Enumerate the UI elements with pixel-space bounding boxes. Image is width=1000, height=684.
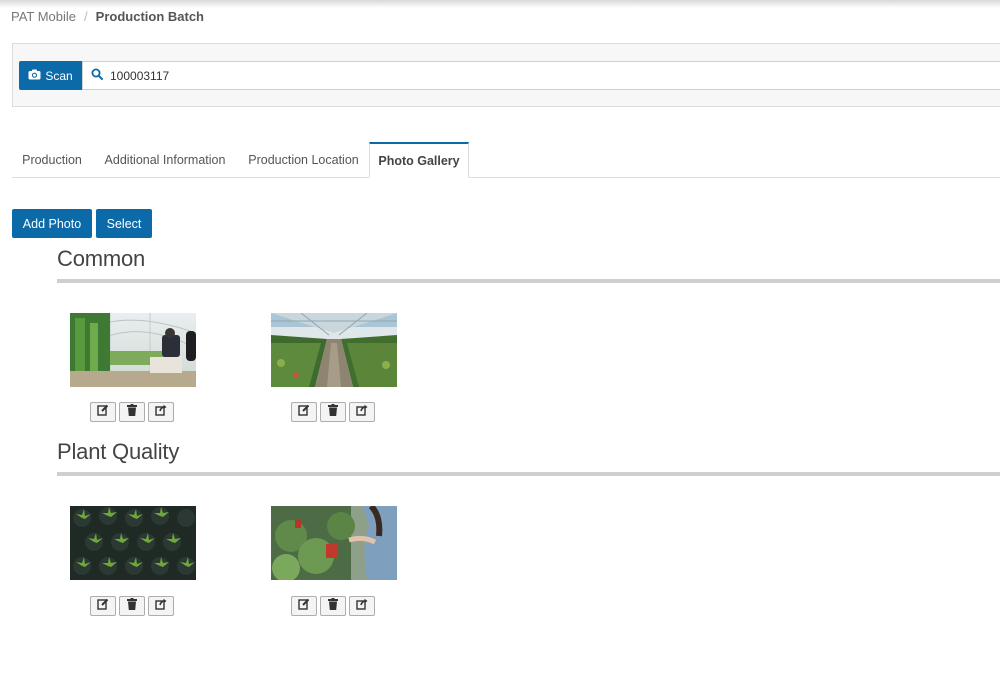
delete-button[interactable] <box>119 402 145 422</box>
delete-button[interactable] <box>320 596 346 616</box>
breadcrumb-root-link[interactable]: PAT Mobile <box>11 9 76 24</box>
trash-icon <box>127 403 137 421</box>
edit-icon <box>298 403 310 421</box>
photo-actions <box>90 402 174 422</box>
breadcrumb-current: Production Batch <box>95 9 204 24</box>
section-divider <box>57 472 1000 476</box>
trash-icon <box>127 597 137 615</box>
photo-thumbnail[interactable] <box>70 506 196 580</box>
scan-input-value: 100003117 <box>110 68 170 83</box>
camera-icon <box>28 69 41 83</box>
share-icon <box>356 403 368 421</box>
add-photo-button-label: Add Photo <box>22 216 82 231</box>
breadcrumb-separator: / <box>84 9 88 24</box>
section-title-plant-quality: Plant Quality <box>57 439 180 464</box>
tab-additional-information[interactable]: Additional Information <box>92 142 238 177</box>
share-button[interactable] <box>349 402 375 422</box>
edit-button[interactable] <box>291 596 317 616</box>
scan-button[interactable]: Scan <box>19 61 82 90</box>
tab-production-location-label: Production Location <box>248 152 359 167</box>
share-icon <box>155 403 167 421</box>
photo-actions <box>291 596 375 616</box>
tab-photo-gallery[interactable]: Photo Gallery <box>369 142 469 178</box>
delete-button[interactable] <box>119 596 145 616</box>
select-button-label: Select <box>106 216 142 231</box>
share-button[interactable] <box>349 596 375 616</box>
tab-production-location[interactable]: Production Location <box>238 142 369 177</box>
select-button[interactable]: Select <box>96 209 152 238</box>
breadcrumb: PAT Mobile / Production Batch <box>11 9 204 24</box>
scan-panel: Scan 100003117 <box>12 43 1000 107</box>
trash-icon <box>328 597 338 615</box>
top-shadow <box>0 0 1000 8</box>
photo-thumbnail[interactable] <box>271 313 397 387</box>
photo-thumbnail[interactable] <box>271 506 397 580</box>
tab-production[interactable]: Production <box>12 142 92 177</box>
section-title-common: Common <box>57 246 146 271</box>
edit-button[interactable] <box>90 402 116 422</box>
share-button[interactable] <box>148 596 174 616</box>
edit-icon <box>97 403 109 421</box>
share-icon <box>356 597 368 615</box>
delete-button[interactable] <box>320 402 346 422</box>
edit-button[interactable] <box>90 596 116 616</box>
photo-actions <box>291 402 375 422</box>
tab-bar: Production Additional Information Produc… <box>12 142 1000 178</box>
tab-photo-gallery-label: Photo Gallery <box>378 153 460 168</box>
photo-thumbnail[interactable] <box>70 313 196 387</box>
trash-icon <box>328 403 338 421</box>
tab-additional-information-label: Additional Information <box>104 152 226 167</box>
tab-production-label: Production <box>22 152 82 167</box>
edit-icon <box>97 597 109 615</box>
share-button[interactable] <box>148 402 174 422</box>
section-divider <box>57 279 1000 283</box>
scan-button-label: Scan <box>45 68 73 83</box>
share-icon <box>155 597 167 615</box>
photo-actions <box>90 596 174 616</box>
add-photo-button[interactable]: Add Photo <box>12 209 92 238</box>
edit-icon <box>298 597 310 615</box>
edit-button[interactable] <box>291 402 317 422</box>
search-icon <box>91 67 103 85</box>
scan-input[interactable]: 100003117 <box>82 61 1000 90</box>
